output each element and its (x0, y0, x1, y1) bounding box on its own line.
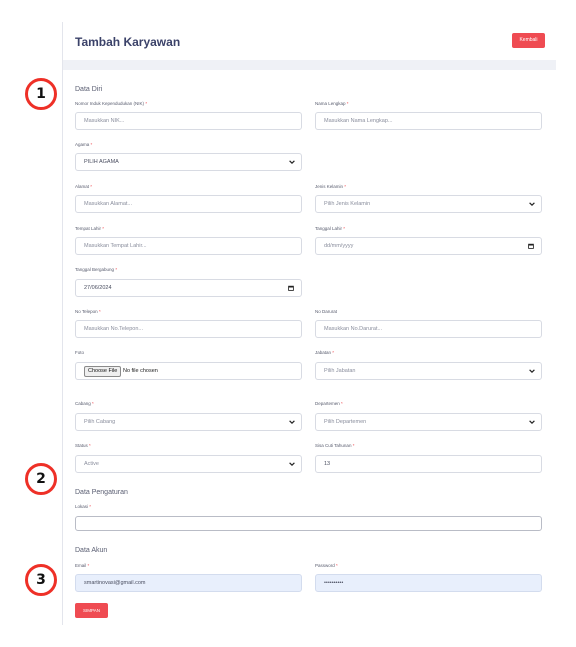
email-input[interactable]: smartinovasi@gmail.com (75, 574, 302, 592)
chevron-down-icon (529, 369, 535, 374)
agama-select[interactable]: PILIH AGAMA (75, 153, 302, 171)
tanggal-lahir-label: Tanggal Lahir * (315, 226, 346, 231)
tanggal-bergabung-value: 27/06/2024 (84, 285, 112, 291)
cabang-label: Cabang * (75, 401, 94, 406)
alamat-input[interactable]: Masukkan Alamat... (75, 195, 302, 213)
foto-file-input[interactable]: Choose File No file chosen (75, 362, 302, 380)
calendar-icon[interactable] (528, 243, 534, 249)
no-telepon-label: No Telepon * (75, 309, 101, 314)
status-select[interactable]: Active (75, 455, 302, 473)
nik-label: Nomor Induk Kependudukan (NIK) * (75, 101, 148, 106)
header-divider-band (63, 60, 556, 70)
sisa-cuti-input[interactable]: 13 (315, 455, 542, 473)
chevron-down-icon (529, 420, 535, 425)
lokasi-input[interactable] (75, 516, 542, 531)
tempat-lahir-label: Tempat Lahir * (75, 226, 105, 231)
section-title-data-akun: Data Akun (75, 547, 108, 554)
no-darurat-label: No Darurat (315, 309, 338, 314)
chevron-down-icon (289, 462, 295, 467)
no-telepon-input[interactable]: Masukkan No.Telepon... (75, 320, 302, 338)
tanggal-lahir-input[interactable]: dd/mm/yyyy (315, 237, 542, 255)
nama-label: Nama Lengkap * (315, 101, 349, 106)
jenis-kelamin-select[interactable]: Pilih Jenis Kelamin (315, 195, 542, 213)
section-title-data-diri: Data Diri (75, 86, 103, 93)
password-label: Password * (315, 563, 338, 568)
cabang-select[interactable]: Pilih Cabang (75, 413, 302, 431)
annotation-marker-3: 3 (25, 564, 57, 596)
save-button[interactable]: SIMPAN (75, 603, 108, 618)
jenis-kelamin-label: Jenis Kelamin * (315, 184, 347, 189)
cabang-select-value: Pilih Cabang (84, 419, 116, 425)
jabatan-select[interactable]: Pilih Jabatan (315, 362, 542, 380)
jabatan-label: Jabatan * (315, 350, 335, 355)
departemen-label: Departemen * (315, 401, 343, 406)
annotation-marker-2: 2 (25, 463, 57, 495)
departemen-select[interactable]: Pilih Departemen (315, 413, 542, 431)
file-status-text: No file chosen (123, 368, 158, 374)
lokasi-label: Lokasi * (75, 504, 92, 509)
foto-label: Foto (75, 350, 85, 355)
tempat-lahir-input[interactable]: Masukkan Tempat Lahir... (75, 237, 302, 255)
back-button[interactable]: Kembali (512, 33, 545, 48)
agama-label: Agama * (75, 142, 93, 147)
section-title-data-pengaturan: Data Pengaturan (75, 489, 128, 496)
page-title: Tambah Karyawan (75, 35, 181, 49)
page-header: Tambah Karyawan Kembali (63, 22, 556, 60)
jenis-kelamin-select-value: Pilih Jenis Kelamin (324, 201, 371, 207)
calendar-icon[interactable] (288, 285, 294, 291)
jabatan-select-value: Pilih Jabatan (324, 368, 356, 374)
tanggal-bergabung-input[interactable]: 27/06/2024 (75, 279, 302, 297)
nik-input[interactable]: Masukkan NIK... (75, 112, 302, 130)
password-input[interactable]: •••••••••• (315, 574, 542, 592)
status-label: Status * (75, 443, 91, 448)
chevron-down-icon (289, 160, 295, 165)
tanggal-bergabung-label: Tanggal Bergabung * (75, 267, 118, 272)
status-select-value: Active (84, 461, 99, 467)
nama-input[interactable]: Masukkan Nama Lengkap... (315, 112, 542, 130)
no-darurat-input[interactable]: Masukkan No.Darurat... (315, 320, 542, 338)
tanggal-lahir-value: dd/mm/yyyy (324, 243, 354, 249)
sisa-cuti-label: Sisa Cuti Tahunan * (315, 443, 355, 448)
alamat-label: Alamat * (75, 184, 93, 189)
email-label: Email * (75, 563, 90, 568)
chevron-down-icon (289, 420, 295, 425)
departemen-select-value: Pilih Departemen (324, 419, 367, 425)
chevron-down-icon (529, 202, 535, 207)
annotation-marker-1: 1 (25, 78, 57, 110)
choose-file-button[interactable]: Choose File (84, 366, 122, 377)
agama-select-value: PILIH AGAMA (84, 159, 119, 165)
